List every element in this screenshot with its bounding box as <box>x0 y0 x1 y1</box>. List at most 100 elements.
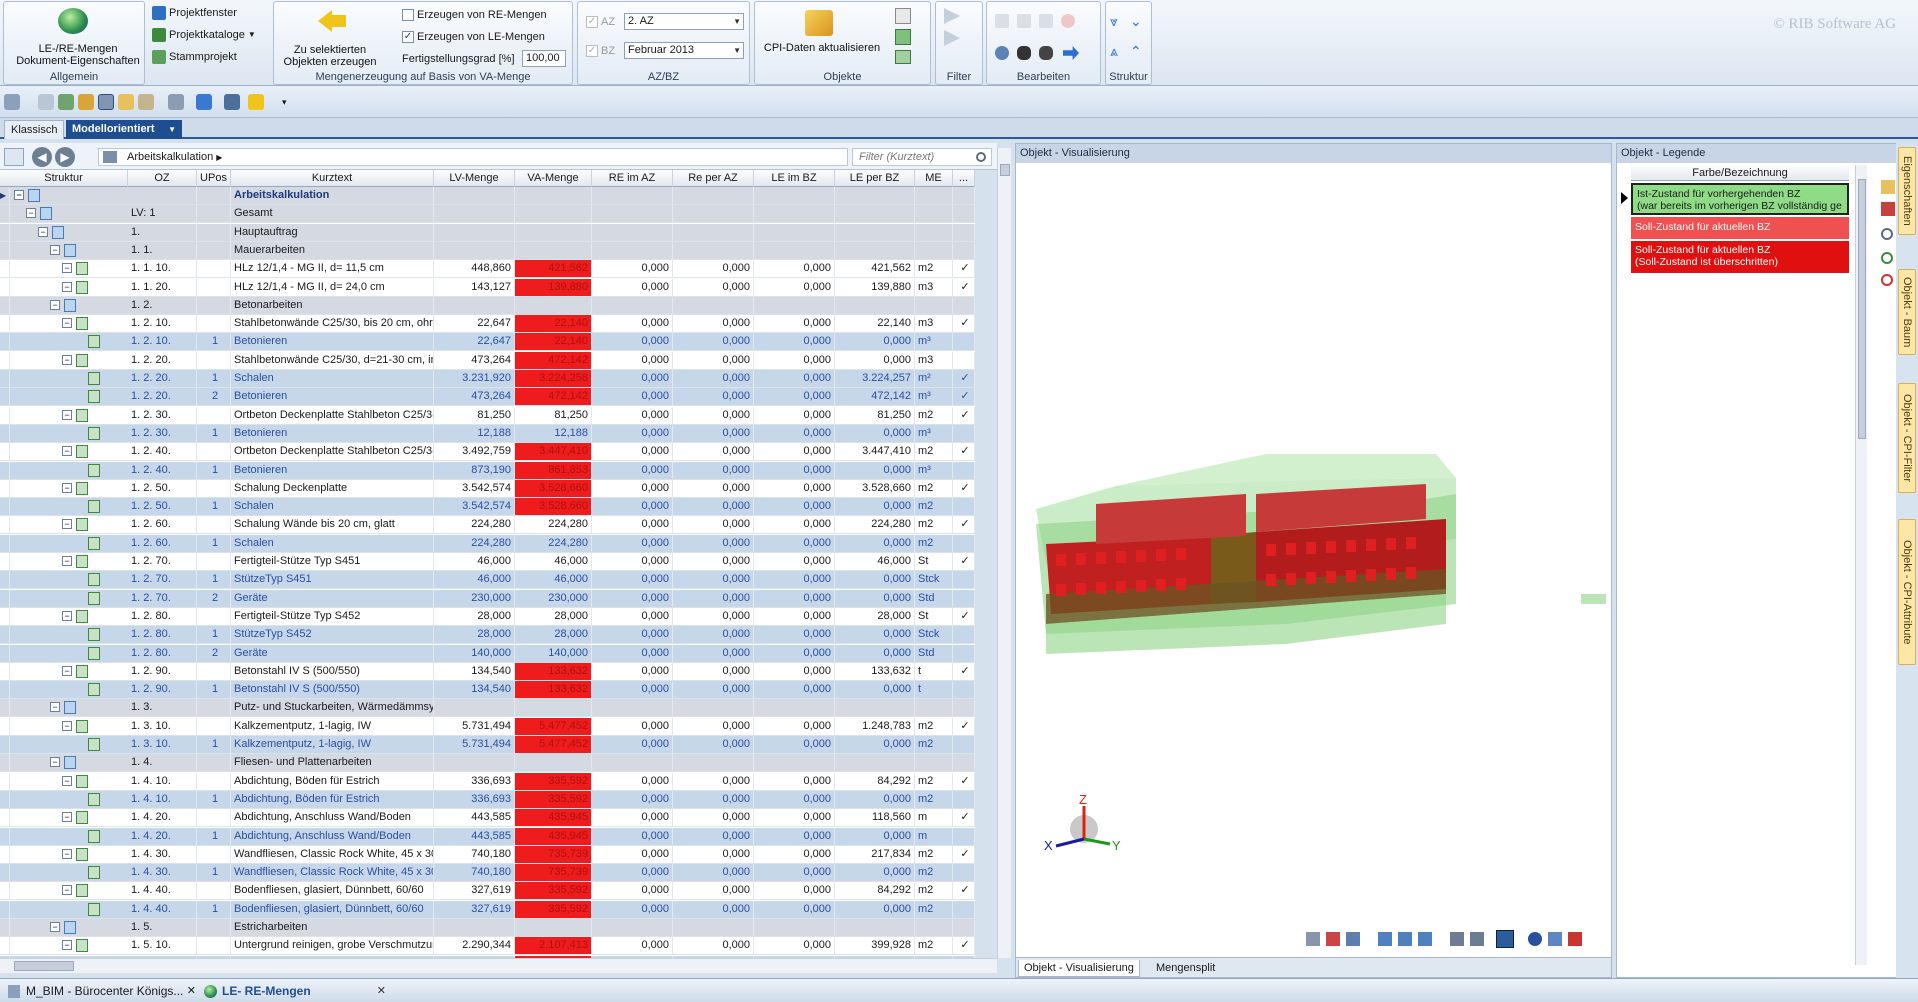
cell-va-menge[interactable]: 3.528,660 <box>515 498 592 516</box>
qat-icon-1[interactable] <box>4 94 20 110</box>
cell-re-im-az[interactable]: 0,000 <box>592 681 673 699</box>
cell-me[interactable]: m³ <box>915 388 953 406</box>
cell-re-im-az[interactable]: 0,000 <box>592 589 673 607</box>
cell-le-per-bz[interactable]: 28,000 <box>835 607 915 625</box>
qat-icon-4[interactable] <box>78 94 94 110</box>
cell-kurztext[interactable]: Geräte <box>231 644 434 662</box>
paste-icon[interactable] <box>1039 14 1053 28</box>
cell-re-per-az[interactable]: 0,000 <box>673 845 754 863</box>
cell-oz[interactable]: 1. 4. 10. <box>128 772 197 790</box>
row-selector[interactable] <box>0 461 10 479</box>
cell-upos[interactable] <box>197 406 231 424</box>
cell-upos[interactable] <box>197 205 231 223</box>
settings-icon[interactable] <box>995 46 1009 60</box>
cell-me[interactable] <box>915 919 953 936</box>
cell-me[interactable]: Std <box>915 589 953 607</box>
cell-oz[interactable]: LV: 1 <box>128 205 197 223</box>
cell-va-menge[interactable]: 421,562 <box>515 260 592 278</box>
cell-re-per-az[interactable]: 0,000 <box>673 479 754 497</box>
cell-lv-menge[interactable]: 22,647 <box>434 315 515 333</box>
cell-oz[interactable]: 1. <box>128 223 197 241</box>
cell-va-menge[interactable] <box>515 754 592 772</box>
info-icon[interactable] <box>1528 932 1542 946</box>
table-row[interactable]: − 1. 4. 30. Wandfliesen, Classic Rock Whit… <box>0 845 975 864</box>
cell-check[interactable] <box>953 223 975 241</box>
cell-le-per-bz[interactable]: 133,632 <box>835 662 915 680</box>
cell-le-im-bz[interactable]: 0,000 <box>754 370 835 387</box>
copy-icon[interactable] <box>1017 14 1031 28</box>
table-row[interactable]: −1. 4. 10. Abdichtung, Böden für Estrich 3… <box>0 772 975 791</box>
cell-re-per-az[interactable]: 0,000 <box>673 424 754 442</box>
cell-le-im-bz[interactable]: 0,000 <box>754 882 835 900</box>
cell-kurztext[interactable]: Stahlbetonwände C25/30, bis 20 cm, ohr <box>231 315 434 333</box>
cell-re-im-az[interactable]: 0,000 <box>592 827 673 845</box>
row-selector[interactable] <box>0 479 10 497</box>
cell-re-im-az[interactable]: 0,000 <box>592 717 673 735</box>
cell-va-menge[interactable]: 140,000 <box>515 644 592 662</box>
cell-le-per-bz[interactable]: 421,562 <box>835 260 915 278</box>
cell-le-im-bz[interactable]: 0,000 <box>754 351 835 369</box>
cell-upos[interactable] <box>197 845 231 863</box>
cell-re-per-az[interactable]: 0,000 <box>673 937 754 955</box>
stammprojekt-button[interactable]: Stammprojekt <box>152 48 237 66</box>
cell-check[interactable]: ✓ <box>953 516 975 534</box>
cell-le-per-bz[interactable]: 0,000 <box>835 461 915 479</box>
cell-upos[interactable] <box>197 223 231 241</box>
cell-upos[interactable]: 1 <box>197 461 231 479</box>
cell-re-per-az[interactable]: 0,000 <box>673 736 754 753</box>
delete-icon[interactable] <box>1061 14 1075 28</box>
cell-re-per-az[interactable]: 0,000 <box>673 315 754 333</box>
cell-lv-menge[interactable]: 28,000 <box>434 626 515 644</box>
cell-check[interactable] <box>953 534 975 552</box>
side-tab-cpi-attribute[interactable]: Objekt - CPI-Attribute <box>1898 519 1916 665</box>
cell-va-menge[interactable]: 735,739 <box>515 845 592 863</box>
cell-le-per-bz[interactable] <box>835 205 915 223</box>
qat-icon-9[interactable] <box>196 94 212 110</box>
cell-check[interactable] <box>953 424 975 442</box>
row-selector[interactable]: ▶ <box>0 187 10 204</box>
cell-re-im-az[interactable] <box>592 296 673 314</box>
row-selector[interactable] <box>0 205 10 223</box>
cell-me[interactable]: m3 <box>915 351 953 369</box>
cell-kurztext[interactable]: Betonarbeiten <box>231 296 434 314</box>
cell-kurztext[interactable]: Abdichtung, Böden für Estrich <box>231 772 434 790</box>
table-row[interactable]: 1. 2. 10. 1 Betonieren 22,647 22,140 0,000 0,0… <box>0 333 975 352</box>
collapse-toggle[interactable]: − <box>62 263 72 274</box>
cell-re-per-az[interactable] <box>673 205 754 223</box>
cell-oz[interactable]: 1. 5. <box>128 919 197 936</box>
cell-le-im-bz[interactable]: 0,000 <box>754 900 835 918</box>
cell-le-im-bz[interactable]: 0,000 <box>754 790 835 808</box>
cell-check[interactable]: ✓ <box>953 406 975 424</box>
cell-va-menge[interactable]: 335,592 <box>515 772 592 790</box>
cell-oz[interactable]: 1. 2. 20. <box>128 370 197 387</box>
cell-me[interactable]: m2 <box>915 736 953 753</box>
cell-oz[interactable]: 1. 1. <box>128 241 197 259</box>
cut-icon[interactable] <box>995 14 1009 28</box>
cell-va-menge[interactable]: 224,280 <box>515 516 592 534</box>
cell-upos[interactable] <box>197 882 231 900</box>
cell-le-im-bz[interactable]: 0,000 <box>754 553 835 570</box>
cell-kurztext[interactable]: Untergrund reinigen, grobe Verschmutzung <box>231 937 434 955</box>
cell-re-im-az[interactable]: 0,000 <box>592 790 673 808</box>
cell-re-im-az[interactable]: 0,000 <box>592 882 673 900</box>
cell-le-per-bz[interactable]: 0,000 <box>835 571 915 589</box>
table-row[interactable]: 1. 2. 70. 2 Geräte 230,000 230,000 0,000 0,000… <box>0 589 975 608</box>
cell-va-menge[interactable]: 133,632 <box>515 681 592 699</box>
cell-oz[interactable]: 1. 2. 50. <box>128 498 197 516</box>
cell-kurztext[interactable]: Betonieren <box>231 461 434 479</box>
table-row[interactable]: − 1. 2. 60. Schalung Wände bis 20 cm, glat… <box>0 516 975 535</box>
cell-re-per-az[interactable]: 0,000 <box>673 607 754 625</box>
col-va-menge[interactable]: VA-Menge <box>515 170 592 187</box>
cell-kurztext[interactable]: Geräte <box>231 589 434 607</box>
collapse-toggle[interactable]: − <box>26 208 36 219</box>
cell-le-per-bz[interactable]: 3.447,410 <box>835 443 915 461</box>
cell-me[interactable]: m² <box>915 370 953 387</box>
cell-re-per-az[interactable]: 0,000 <box>673 644 754 662</box>
cell-lv-menge[interactable]: 2.290,344 <box>434 937 515 955</box>
cell-oz[interactable]: 1. 3. <box>128 699 197 717</box>
row-selector[interactable] <box>0 845 10 863</box>
view-tool-icon-4[interactable] <box>1378 932 1392 946</box>
cell-re-im-az[interactable]: 0,000 <box>592 406 673 424</box>
cell-le-im-bz[interactable]: 0,000 <box>754 589 835 607</box>
table-row[interactable]: − 1. 4. 40. Bodenfliesen, glasiert, Dünnbe… <box>0 882 975 901</box>
